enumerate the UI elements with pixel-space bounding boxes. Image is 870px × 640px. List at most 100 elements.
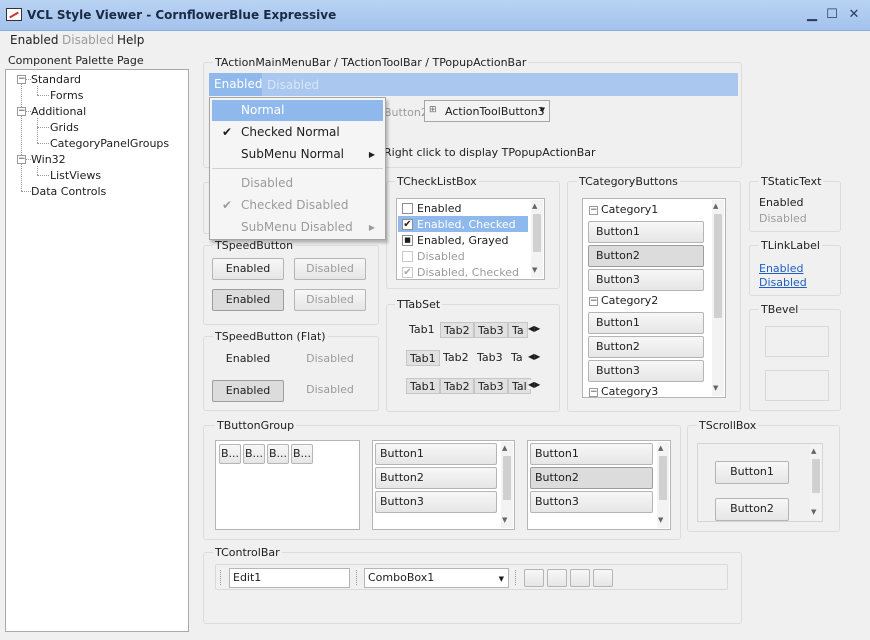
checkbox[interactable] — [402, 203, 413, 214]
chevron-down-icon[interactable]: ▼ — [499, 570, 504, 588]
category-button[interactable]: Button3 — [588, 360, 704, 382]
toolbar-button[interactable] — [547, 569, 567, 587]
tab[interactable]: Tab1 — [406, 322, 438, 338]
tab[interactable]: Tab3 — [474, 378, 508, 394]
flat-disabled-down-button[interactable]: Disabled — [294, 380, 366, 402]
category-button[interactable]: Button2 — [588, 336, 704, 358]
link-enabled[interactable]: Enabled — [759, 262, 803, 275]
collapse-icon[interactable]: − — [589, 297, 598, 306]
group-button[interactable]: B... — [219, 444, 241, 464]
category-1[interactable]: Category1 — [601, 203, 658, 216]
tree-item-forms[interactable]: Forms — [50, 89, 83, 102]
palette-tree[interactable]: − Standard Forms − Additional Grids Cate… — [5, 69, 189, 632]
category-scrollbar[interactable]: ▲ ▼ — [712, 200, 724, 396]
scroll-up-icon[interactable]: ▲ — [502, 444, 507, 452]
maximize-icon[interactable]: ☐ — [823, 7, 841, 23]
speed-enabled-down-button[interactable]: Enabled — [212, 289, 284, 311]
tab[interactable]: Tab3 — [474, 350, 506, 366]
tree-item-standard[interactable]: Standard — [31, 73, 81, 86]
grip-icon[interactable] — [220, 570, 223, 585]
group-button[interactable]: B... — [243, 444, 265, 464]
category-2[interactable]: Category2 — [601, 294, 658, 307]
link-disabled[interactable]: Disabled — [759, 276, 807, 289]
speed-disabled-button[interactable]: Disabled — [294, 258, 366, 280]
buttongroup-scrollbar[interactable]: ▲ ▼ — [657, 442, 669, 528]
flat-enabled-down-button[interactable]: Enabled — [212, 380, 284, 402]
speed-disabled-down-button[interactable]: Disabled — [294, 289, 366, 311]
scrollbox-button-1[interactable]: Button1 — [715, 461, 789, 484]
popup-item-submenu-normal[interactable]: SubMenu Normal ▶ — [212, 144, 383, 165]
scroll-down-icon[interactable]: ▼ — [658, 516, 663, 524]
scroll-up-icon[interactable]: ▲ — [713, 202, 718, 210]
menu-disabled[interactable]: Disabled — [62, 33, 114, 47]
minimize-icon[interactable]: ▁ — [803, 7, 821, 23]
grip-icon[interactable] — [356, 570, 359, 585]
tree-item-grids[interactable]: Grids — [50, 121, 79, 134]
scroll-up-icon[interactable]: ▲ — [532, 202, 537, 210]
close-icon[interactable]: ✕ — [845, 7, 863, 23]
popup-item-checked-disabled[interactable]: ✔ Checked Disabled — [212, 195, 383, 216]
flat-enabled-button[interactable]: Enabled — [212, 349, 284, 371]
toolbar-button[interactable] — [570, 569, 590, 587]
popup-item-normal[interactable]: Normal — [212, 100, 383, 121]
checklistbox[interactable]: Enabled ✔ Enabled, Checked ■ Enabled, Gr… — [396, 198, 545, 280]
tab-scroll-icon[interactable]: ◀▶ — [528, 380, 541, 389]
group-button[interactable]: B... — [267, 444, 289, 464]
group-button[interactable]: Button1 — [375, 443, 497, 465]
category-button[interactable]: Button1 — [588, 312, 704, 334]
menu-enabled[interactable]: Enabled — [10, 33, 59, 47]
category-button[interactable]: Button3 — [588, 269, 704, 291]
category-button[interactable]: Button1 — [588, 221, 704, 243]
group-button[interactable]: Button2 — [530, 467, 653, 489]
speed-enabled-button[interactable]: Enabled — [212, 258, 284, 280]
category-3[interactable]: Category3 — [601, 385, 658, 397]
scroll-down-icon[interactable]: ▼ — [811, 508, 816, 516]
popup-item-checked-normal[interactable]: ✔ Checked Normal — [212, 122, 383, 143]
list-item[interactable]: ✔ Disabled, Checked — [398, 264, 528, 280]
collapse-icon[interactable]: − — [17, 107, 26, 116]
scroll-down-icon[interactable]: ▼ — [532, 266, 537, 274]
tab[interactable]: Ta — [508, 350, 526, 366]
group-button[interactable]: B... — [291, 444, 313, 464]
action-menu-enabled[interactable]: Enabled — [209, 73, 263, 96]
tab[interactable]: Tab2 — [440, 378, 474, 394]
popup-item-disabled[interactable]: Disabled — [212, 173, 383, 194]
scrollbox-scrollbar[interactable]: ▲ ▼ — [810, 445, 822, 520]
collapse-icon[interactable]: − — [589, 388, 598, 397]
grip-icon[interactable] — [515, 570, 518, 585]
group-button[interactable]: Button1 — [530, 443, 653, 465]
toolbar-button[interactable] — [524, 569, 544, 587]
collapse-icon[interactable]: − — [17, 155, 26, 164]
checkbox[interactable] — [402, 251, 413, 262]
toolbar-button[interactable] — [593, 569, 613, 587]
scroll-thumb[interactable] — [533, 214, 541, 252]
menu-help[interactable]: Help — [117, 33, 144, 47]
checkbox[interactable]: ✔ — [402, 219, 413, 230]
action-menu-disabled[interactable]: Disabled — [267, 78, 319, 92]
action-toolbutton-3[interactable]: ⊞ ActionToolButton3 ▼ — [424, 100, 550, 122]
tree-item-additional[interactable]: Additional — [31, 105, 86, 118]
scroll-thumb[interactable] — [812, 459, 820, 493]
list-item[interactable]: Disabled — [398, 248, 528, 264]
collapse-icon[interactable]: − — [589, 206, 598, 215]
scroll-up-icon[interactable]: ▲ — [811, 447, 816, 455]
scrollbox-button-2[interactable]: Button2 — [715, 498, 789, 521]
popup-item-submenu-disabled[interactable]: SubMenu Disabled ▶ — [212, 217, 383, 238]
scroll-up-icon[interactable]: ▲ — [658, 444, 663, 452]
flat-disabled-button[interactable]: Disabled — [294, 349, 366, 371]
category-button[interactable]: Button2 — [588, 245, 704, 267]
tab[interactable]: Ta — [508, 322, 528, 338]
list-item[interactable]: ✔ Enabled, Checked — [398, 216, 528, 232]
collapse-icon[interactable]: − — [17, 75, 26, 84]
group-button[interactable]: Button2 — [375, 467, 497, 489]
checklist-scrollbar[interactable]: ▲ ▼ — [531, 200, 543, 278]
buttongroup-scrollbar[interactable]: ▲ ▼ — [501, 442, 513, 528]
scroll-down-icon[interactable]: ▼ — [713, 384, 718, 392]
tab[interactable]: Tab2 — [440, 322, 474, 338]
list-item[interactable]: Enabled — [398, 200, 528, 216]
action-toolbutton-2[interactable]: Button2 — [384, 106, 428, 119]
tab[interactable]: Tab2 — [440, 350, 472, 366]
checkbox[interactable]: ■ — [402, 235, 413, 246]
tree-item-categorypanelgroups[interactable]: CategoryPanelGroups — [50, 137, 169, 150]
group-button[interactable]: Button3 — [375, 491, 497, 513]
